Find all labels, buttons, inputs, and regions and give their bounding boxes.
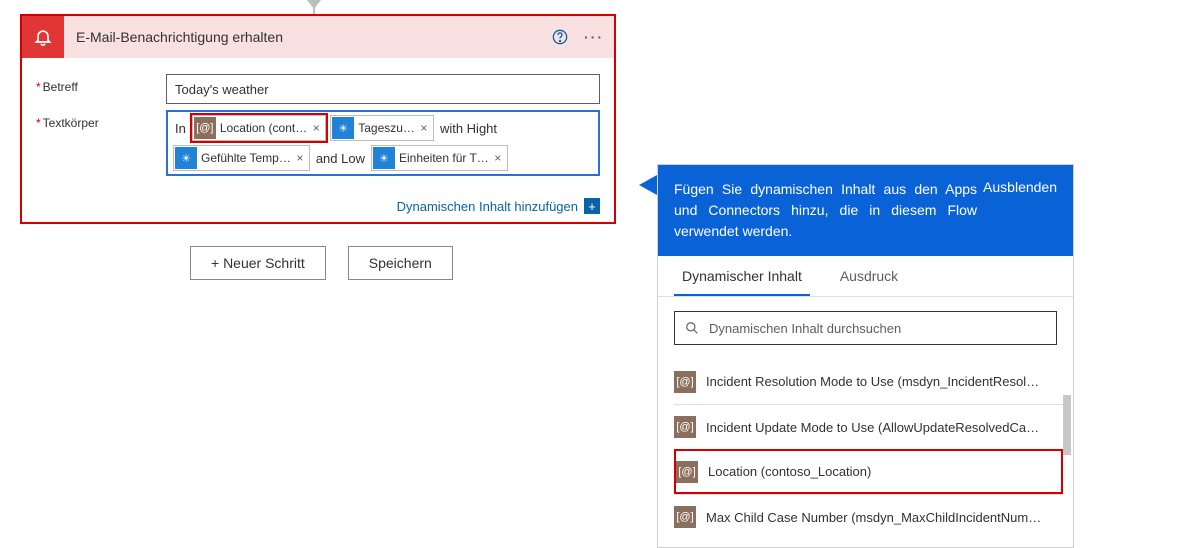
search-placeholder: Dynamischen Inhalt durchsuchen xyxy=(709,321,901,336)
subject-label-text: Betreff xyxy=(43,80,78,94)
card-body: *Betreff *Textkörper In [@] Location (co… xyxy=(22,58,614,192)
search-wrap: Dynamischen Inhalt durchsuchen xyxy=(658,297,1073,355)
body-text: with Hight xyxy=(438,121,499,136)
bell-icon xyxy=(22,16,64,58)
body-label: *Textkörper xyxy=(36,110,166,130)
panel-header: Fügen Sie dynamischen Inhalt aus den App… xyxy=(658,165,1073,256)
close-icon[interactable]: × xyxy=(291,151,309,165)
search-icon xyxy=(685,321,699,335)
panel-tabs: Dynamischer Inhalt Ausdruck xyxy=(658,256,1073,297)
card-header[interactable]: E-Mail-Benachrichtigung erhalten ··· xyxy=(22,16,614,58)
token-day-summary[interactable]: ☀ Tageszu… × xyxy=(330,115,434,141)
plus-icon[interactable]: + xyxy=(584,198,600,214)
sun-icon: ☀ xyxy=(332,117,354,139)
body-row: *Textkörper In [@] Location (cont… × ☀ T… xyxy=(36,110,600,176)
body-label-text: Textkörper xyxy=(43,116,99,130)
sun-icon: ☀ xyxy=(175,147,197,169)
add-dynamic-row: Dynamischen Inhalt hinzufügen + xyxy=(22,192,614,222)
list-item[interactable]: [@] Incident Resolution Mode to Use (msd… xyxy=(674,359,1063,404)
dynamic-content-list: [@] Incident Resolution Mode to Use (msd… xyxy=(658,355,1073,547)
body-input[interactable]: In [@] Location (cont… × ☀ Tageszu… × wi… xyxy=(166,110,600,176)
list-item-label: Location (contoso_Location) xyxy=(708,464,871,479)
more-menu-icon[interactable]: ··· xyxy=(580,23,608,51)
at-icon: [@] xyxy=(674,371,696,393)
sun-icon: ☀ xyxy=(373,147,395,169)
close-icon[interactable]: × xyxy=(489,151,507,165)
action-card: E-Mail-Benachrichtigung erhalten ··· *Be… xyxy=(20,14,616,224)
tab-dynamic-content[interactable]: Dynamischer Inhalt xyxy=(674,256,810,296)
body-text: In xyxy=(173,121,188,136)
token-label: Tageszu… xyxy=(358,121,415,135)
list-item[interactable]: [@] Incident Update Mode to Use (AllowUp… xyxy=(674,404,1063,449)
scrollbar[interactable] xyxy=(1063,395,1071,455)
connector-arrow-icon xyxy=(307,0,321,9)
close-icon[interactable]: × xyxy=(415,121,433,135)
at-icon: [@] xyxy=(674,506,696,528)
subject-label: *Betreff xyxy=(36,74,166,94)
token-feels-like[interactable]: ☀ Gefühlte Temp… × xyxy=(173,145,310,171)
token-label: Einheiten für T… xyxy=(399,151,489,165)
subject-row: *Betreff xyxy=(36,74,600,104)
panel-callout-icon xyxy=(639,175,657,195)
list-item-label: Incident Resolution Mode to Use (msdyn_I… xyxy=(706,374,1039,389)
save-button[interactable]: Speichern xyxy=(348,246,453,280)
hide-link[interactable]: Ausblenden xyxy=(983,179,1057,195)
dynamic-content-panel: Fügen Sie dynamischen Inhalt aus den App… xyxy=(657,164,1074,548)
list-item-label: Incident Update Mode to Use (AllowUpdate… xyxy=(706,420,1039,435)
token-label: Location (cont… xyxy=(220,121,307,135)
panel-blurb: Fügen Sie dynamischen Inhalt aus den App… xyxy=(674,179,983,242)
close-icon[interactable]: × xyxy=(307,121,325,135)
button-row: + Neuer Schritt Speichern xyxy=(190,246,453,280)
card-title: E-Mail-Benachrichtigung erhalten xyxy=(64,29,546,45)
at-icon: [@] xyxy=(194,117,216,139)
at-icon: [@] xyxy=(676,461,698,483)
add-dynamic-content-link[interactable]: Dynamischen Inhalt hinzufügen xyxy=(397,199,578,214)
new-step-button[interactable]: + Neuer Schritt xyxy=(190,246,326,280)
body-text: and Low xyxy=(314,151,367,166)
tab-expression[interactable]: Ausdruck xyxy=(832,256,906,296)
token-units[interactable]: ☀ Einheiten für T… × xyxy=(371,145,508,171)
search-input[interactable]: Dynamischen Inhalt durchsuchen xyxy=(674,311,1057,345)
subject-input[interactable] xyxy=(166,74,600,104)
token-location[interactable]: [@] Location (cont… × xyxy=(192,115,326,141)
at-icon: [@] xyxy=(674,416,696,438)
list-item[interactable]: [@] Max Child Case Number (msdyn_MaxChil… xyxy=(674,494,1063,539)
help-icon[interactable] xyxy=(546,23,574,51)
token-label: Gefühlte Temp… xyxy=(201,151,291,165)
list-item-label: Max Child Case Number (msdyn_MaxChildInc… xyxy=(706,510,1041,525)
list-item-location[interactable]: [@] Location (contoso_Location) xyxy=(674,449,1063,494)
